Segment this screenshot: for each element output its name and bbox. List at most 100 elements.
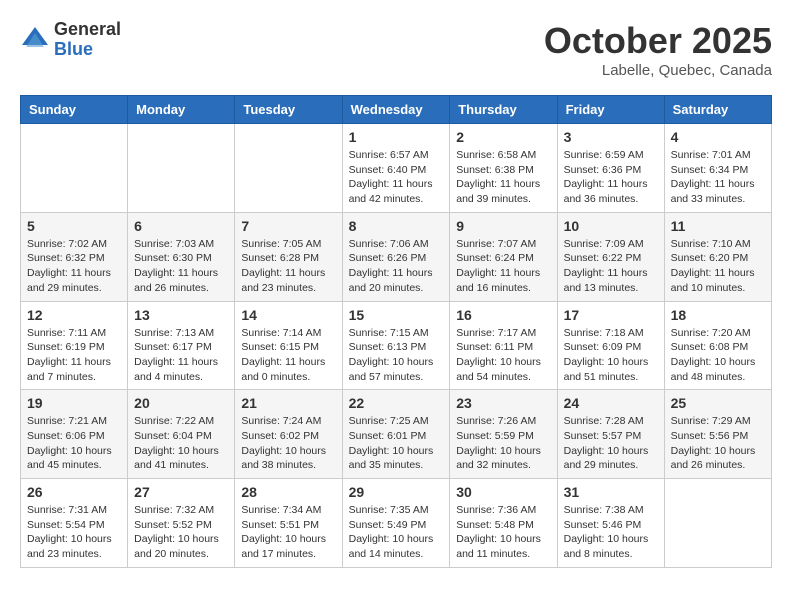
header-sunday: Sunday: [21, 96, 128, 124]
calendar-week-row: 1 Sunrise: 6:57 AM Sunset: 6:40 PM Daylig…: [21, 124, 772, 213]
day-number: 8: [349, 218, 444, 234]
day-number: 28: [241, 484, 335, 500]
weekday-header-row: SundayMondayTuesdayWednesdayThursdayFrid…: [21, 96, 772, 124]
day-number: 20: [134, 395, 228, 411]
title-block: October 2025 Labelle, Quebec, Canada: [544, 20, 772, 79]
day-info: Sunrise: 7:01 AM Sunset: 6:34 PM Dayligh…: [671, 148, 765, 207]
calendar-week-row: 26Sunrise: 7:31 AM Sunset: 5:54 PM Dayli…: [21, 479, 772, 568]
day-number: 14: [241, 307, 335, 323]
calendar-cell: [128, 124, 235, 213]
day-info: Sunrise: 7:17 AM Sunset: 6:11 PM Dayligh…: [456, 326, 550, 385]
day-number: 31: [564, 484, 658, 500]
day-number: 18: [671, 307, 765, 323]
day-number: 9: [456, 218, 550, 234]
logo-icon: [20, 25, 50, 55]
day-number: 13: [134, 307, 228, 323]
day-number: 11: [671, 218, 765, 234]
calendar-cell: 26Sunrise: 7:31 AM Sunset: 5:54 PM Dayli…: [21, 479, 128, 568]
calendar-cell: 18 Sunrise: 7:20 AM Sunset: 6:08 PM Dayli…: [664, 301, 771, 390]
day-info: Sunrise: 6:58 AM Sunset: 6:38 PM Dayligh…: [456, 148, 550, 207]
month-title: October 2025: [544, 20, 772, 62]
day-info: Sunrise: 7:34 AM Sunset: 5:51 PM Dayligh…: [241, 503, 335, 562]
calendar-cell: 2 Sunrise: 6:58 AM Sunset: 6:38 PM Daylig…: [450, 124, 557, 213]
header-tuesday: Tuesday: [235, 96, 342, 124]
day-info: Sunrise: 7:11 AM Sunset: 6:19 PM Dayligh…: [27, 326, 121, 385]
calendar-cell: 16 Sunrise: 7:17 AM Sunset: 6:11 PM Dayli…: [450, 301, 557, 390]
day-info: Sunrise: 7:28 AM Sunset: 5:57 PM Dayligh…: [564, 414, 658, 473]
logo-general-text: General: [54, 20, 121, 40]
day-info: Sunrise: 7:09 AM Sunset: 6:22 PM Dayligh…: [564, 237, 658, 296]
header-monday: Monday: [128, 96, 235, 124]
calendar-cell: [21, 124, 128, 213]
day-info: Sunrise: 7:22 AM Sunset: 6:04 PM Dayligh…: [134, 414, 228, 473]
calendar-cell: 22Sunrise: 7:25 AM Sunset: 6:01 PM Dayli…: [342, 390, 450, 479]
day-number: 22: [349, 395, 444, 411]
day-number: 4: [671, 129, 765, 145]
calendar-cell: 30 Sunrise: 7:36 AM Sunset: 5:48 PM Dayli…: [450, 479, 557, 568]
day-number: 23: [456, 395, 550, 411]
day-info: Sunrise: 7:35 AM Sunset: 5:49 PM Dayligh…: [349, 503, 444, 562]
calendar-week-row: 19 Sunrise: 7:21 AM Sunset: 6:06 PM Dayli…: [21, 390, 772, 479]
calendar-cell: 6 Sunrise: 7:03 AM Sunset: 6:30 PM Daylig…: [128, 212, 235, 301]
calendar-cell: 28 Sunrise: 7:34 AM Sunset: 5:51 PM Dayli…: [235, 479, 342, 568]
day-number: 1: [349, 129, 444, 145]
day-info: Sunrise: 7:38 AM Sunset: 5:46 PM Dayligh…: [564, 503, 658, 562]
day-info: Sunrise: 7:03 AM Sunset: 6:30 PM Dayligh…: [134, 237, 228, 296]
day-info: Sunrise: 7:26 AM Sunset: 5:59 PM Dayligh…: [456, 414, 550, 473]
calendar-week-row: 12 Sunrise: 7:11 AM Sunset: 6:19 PM Dayli…: [21, 301, 772, 390]
day-number: 2: [456, 129, 550, 145]
calendar-cell: 8 Sunrise: 7:06 AM Sunset: 6:26 PM Daylig…: [342, 212, 450, 301]
day-info: Sunrise: 7:21 AM Sunset: 6:06 PM Dayligh…: [27, 414, 121, 473]
calendar-cell: 21 Sunrise: 7:24 AM Sunset: 6:02 PM Dayli…: [235, 390, 342, 479]
day-number: 3: [564, 129, 658, 145]
calendar-cell: 1 Sunrise: 6:57 AM Sunset: 6:40 PM Daylig…: [342, 124, 450, 213]
day-number: 24: [564, 395, 658, 411]
calendar-cell: 24 Sunrise: 7:28 AM Sunset: 5:57 PM Dayli…: [557, 390, 664, 479]
day-number: 27: [134, 484, 228, 500]
calendar-cell: 15 Sunrise: 7:15 AM Sunset: 6:13 PM Dayli…: [342, 301, 450, 390]
day-info: Sunrise: 7:29 AM Sunset: 5:56 PM Dayligh…: [671, 414, 765, 473]
calendar-cell: 31 Sunrise: 7:38 AM Sunset: 5:46 PM Dayli…: [557, 479, 664, 568]
day-number: 12: [27, 307, 121, 323]
day-info: Sunrise: 7:07 AM Sunset: 6:24 PM Dayligh…: [456, 237, 550, 296]
calendar-cell: [235, 124, 342, 213]
day-number: 5: [27, 218, 121, 234]
day-number: 19: [27, 395, 121, 411]
calendar-cell: 9 Sunrise: 7:07 AM Sunset: 6:24 PM Daylig…: [450, 212, 557, 301]
calendar-cell: 20 Sunrise: 7:22 AM Sunset: 6:04 PM Dayli…: [128, 390, 235, 479]
day-number: 17: [564, 307, 658, 323]
day-info: Sunrise: 7:20 AM Sunset: 6:08 PM Dayligh…: [671, 326, 765, 385]
logo: General Blue: [20, 20, 121, 60]
day-info: Sunrise: 7:15 AM Sunset: 6:13 PM Dayligh…: [349, 326, 444, 385]
day-info: Sunrise: 7:14 AM Sunset: 6:15 PM Dayligh…: [241, 326, 335, 385]
calendar-cell: 23 Sunrise: 7:26 AM Sunset: 5:59 PM Dayli…: [450, 390, 557, 479]
calendar-cell: [664, 479, 771, 568]
location-text: Labelle, Quebec, Canada: [544, 62, 772, 79]
day-info: Sunrise: 6:57 AM Sunset: 6:40 PM Dayligh…: [349, 148, 444, 207]
day-number: 6: [134, 218, 228, 234]
day-info: Sunrise: 7:13 AM Sunset: 6:17 PM Dayligh…: [134, 326, 228, 385]
day-number: 25: [671, 395, 765, 411]
header-thursday: Thursday: [450, 96, 557, 124]
calendar-week-row: 5 Sunrise: 7:02 AM Sunset: 6:32 PM Daylig…: [21, 212, 772, 301]
calendar-cell: 25 Sunrise: 7:29 AM Sunset: 5:56 PM Dayli…: [664, 390, 771, 479]
calendar-cell: 13 Sunrise: 7:13 AM Sunset: 6:17 PM Dayli…: [128, 301, 235, 390]
day-number: 30: [456, 484, 550, 500]
calendar-cell: 17Sunrise: 7:18 AM Sunset: 6:09 PM Dayli…: [557, 301, 664, 390]
day-info: Sunrise: 6:59 AM Sunset: 6:36 PM Dayligh…: [564, 148, 658, 207]
day-number: 21: [241, 395, 335, 411]
day-number: 16: [456, 307, 550, 323]
day-info: Sunrise: 7:06 AM Sunset: 6:26 PM Dayligh…: [349, 237, 444, 296]
header-saturday: Saturday: [664, 96, 771, 124]
day-number: 15: [349, 307, 444, 323]
day-info: Sunrise: 7:24 AM Sunset: 6:02 PM Dayligh…: [241, 414, 335, 473]
calendar-table: SundayMondayTuesdayWednesdayThursdayFrid…: [20, 95, 772, 568]
day-info: Sunrise: 7:36 AM Sunset: 5:48 PM Dayligh…: [456, 503, 550, 562]
calendar-cell: 4 Sunrise: 7:01 AM Sunset: 6:34 PM Daylig…: [664, 124, 771, 213]
calendar-cell: 3 Sunrise: 6:59 AM Sunset: 6:36 PM Daylig…: [557, 124, 664, 213]
day-number: 26: [27, 484, 121, 500]
calendar-cell: 29Sunrise: 7:35 AM Sunset: 5:49 PM Dayli…: [342, 479, 450, 568]
calendar-cell: 7Sunrise: 7:05 AM Sunset: 6:28 PM Daylig…: [235, 212, 342, 301]
day-info: Sunrise: 7:02 AM Sunset: 6:32 PM Dayligh…: [27, 237, 121, 296]
header-wednesday: Wednesday: [342, 96, 450, 124]
